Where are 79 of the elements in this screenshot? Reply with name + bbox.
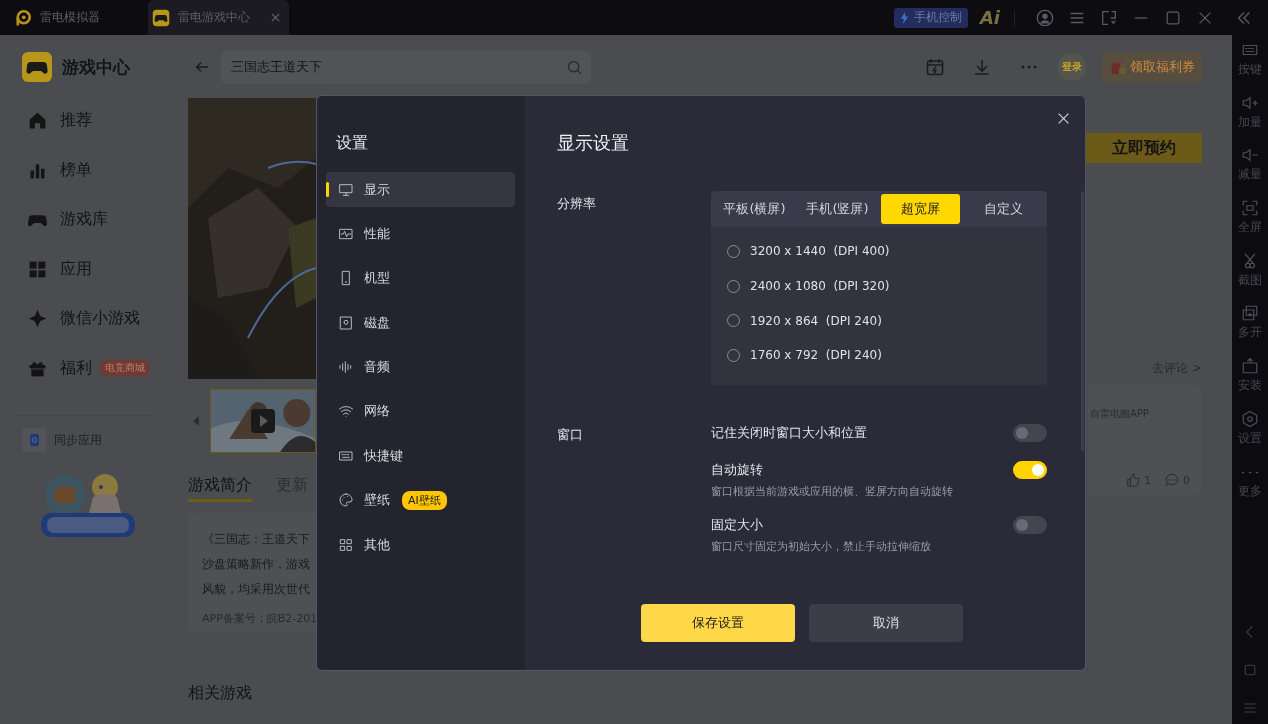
window-tab[interactable]: 雷电模拟器	[10, 0, 140, 35]
setting-label: 自动旋转	[711, 460, 763, 479]
monitor-icon	[338, 181, 354, 198]
calendar-icon[interactable]	[925, 57, 945, 77]
setting-label: 固定大小	[711, 515, 763, 534]
content-tab[interactable]: 游戏简介	[188, 475, 252, 502]
phone-control-button[interactable]: 手机控制	[893, 7, 968, 28]
resolution-mode-tab[interactable]: 平板(横屏)	[715, 194, 794, 224]
nav-item[interactable]: 微信小游戏	[60, 308, 140, 330]
section-label: 分辨率	[557, 195, 597, 213]
reserve-button[interactable]: 立即预约	[1086, 133, 1202, 163]
toolbar-button[interactable]: 按键	[1238, 41, 1262, 94]
app-logo-icon	[14, 8, 32, 27]
resolution-mode-tab[interactable]: 超宽屏	[881, 194, 960, 224]
resolution-option[interactable]: 2400 x 1080 (DPI 320)	[750, 279, 890, 294]
window-rotate-icon[interactable]	[1100, 8, 1118, 27]
app-title: 游戏中心	[62, 55, 130, 79]
thumbs-up-icon[interactable]	[1126, 473, 1140, 487]
home-square-icon[interactable]	[1242, 662, 1258, 678]
settings-menu-item[interactable]: 性能	[326, 216, 515, 252]
setting-label: 记住关闭时窗口大小和位置	[711, 423, 867, 442]
sparkle-icon	[27, 308, 48, 330]
settings-icon	[1241, 409, 1259, 428]
settings-menu-item[interactable]: 机型	[326, 260, 515, 296]
comment-icon[interactable]	[1165, 473, 1179, 487]
gift-lock-icon	[1109, 58, 1127, 76]
play-icon[interactable]	[251, 409, 275, 433]
lightning-icon	[899, 11, 909, 24]
search-icon[interactable]	[566, 58, 583, 76]
toolbar-button[interactable]: 多开	[1238, 304, 1262, 358]
settings-menu-item[interactable]: 壁纸 AI壁纸	[326, 482, 515, 518]
palette-icon	[338, 492, 354, 509]
nav-item[interactable]: 推荐	[60, 110, 92, 132]
resolution-option[interactable]: 1760 x 792 (DPI 240)	[750, 348, 882, 363]
cancel-button[interactable]: 取消	[809, 604, 963, 642]
resolution-option[interactable]: 1920 x 864 (DPI 240)	[750, 313, 882, 328]
section-label: 窗口	[557, 425, 584, 444]
ai-badge: AI壁纸	[402, 490, 447, 510]
resolution-mode-tab[interactable]: 自定义	[964, 194, 1043, 224]
nav-item[interactable]: 游戏库	[60, 209, 108, 231]
more-icon	[1241, 470, 1259, 474]
left-arrow-icon[interactable]	[193, 416, 199, 426]
panel-title: 显示设置	[557, 131, 630, 155]
setting-description: 窗口尺寸固定为初始大小，禁止手动拉伸缩放	[711, 538, 932, 554]
ai-logo[interactable]: Ai	[979, 7, 1000, 28]
toggle-switch[interactable]	[1013, 423, 1047, 442]
sound-wave-icon	[338, 359, 354, 376]
toolbar-button[interactable]: 安装	[1238, 357, 1262, 410]
toolbar-button[interactable]: 更多	[1238, 462, 1262, 516]
settings-menu-item[interactable]: 网络	[326, 393, 515, 429]
section-title: 相关游戏	[188, 683, 253, 704]
resolution-mode-tab[interactable]: 手机(竖屏)	[798, 194, 877, 224]
nav-item[interactable]: 榜单	[60, 159, 92, 181]
package-icon	[1241, 357, 1259, 376]
settings-menu-item[interactable]: 磁盘	[326, 305, 515, 341]
settings-menu-item[interactable]: 其他	[326, 527, 515, 563]
coupon-button[interactable]: 领取福利券	[1102, 52, 1202, 82]
gamepad-logo-icon	[152, 8, 170, 27]
toggle-switch[interactable]	[1013, 515, 1047, 534]
nav-badge: 电竞商城	[100, 360, 150, 377]
stacked-windows-icon	[1241, 304, 1259, 323]
save-button[interactable]: 保存设置	[641, 604, 795, 642]
user-icon[interactable]	[1036, 8, 1054, 27]
settings-menu-item[interactable]: 快捷键	[326, 438, 515, 474]
nav-item[interactable]: 应用	[60, 258, 92, 280]
grid-icon	[338, 536, 354, 553]
download-icon[interactable]	[972, 57, 992, 77]
login-button[interactable]: 登录	[1058, 53, 1086, 81]
dialog-title: 设置	[336, 133, 369, 154]
wifi-icon	[338, 403, 354, 420]
settings-menu-item[interactable]: 音频	[326, 349, 515, 385]
fullscreen-icon	[1241, 199, 1259, 218]
nav-item[interactable]: 福利	[60, 357, 92, 379]
toggle-switch[interactable]	[1013, 460, 1047, 479]
setting-description: 窗口根据当前游戏或应用的横、竖屏方向自动旋转	[711, 483, 954, 499]
settings-menu-item[interactable]: 显示	[326, 172, 515, 207]
gamepad-logo-icon	[22, 52, 52, 82]
phone-sync-icon[interactable]	[22, 428, 46, 452]
resolution-option[interactable]: 3200 x 1440 (DPI 400)	[750, 244, 890, 259]
